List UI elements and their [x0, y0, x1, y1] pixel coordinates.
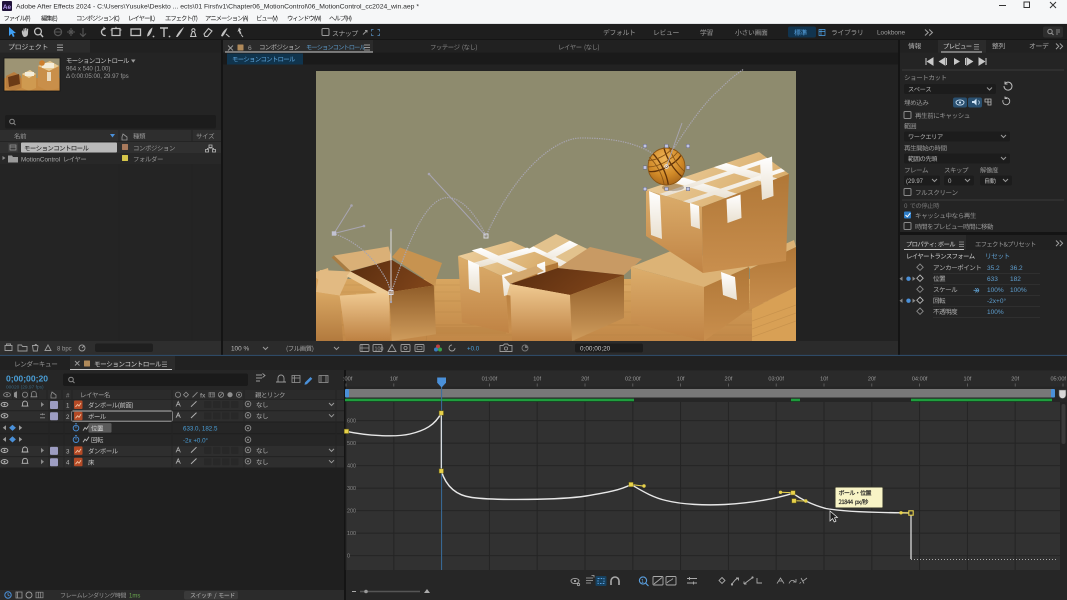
svg-text:10f: 10f [964, 377, 972, 383]
svg-text:964 x 540 (1.00): 964 x 540 (1.00) [66, 66, 110, 73]
svg-text:1: 1 [66, 403, 70, 410]
svg-text:1: 1 [641, 579, 644, 585]
svg-text:01:00f: 01:00f [482, 377, 498, 383]
svg-text:fx: fx [200, 393, 206, 399]
svg-text:Δ 0:00:05:00, 29.97 fps: Δ 0:00:05:00, 29.97 fps [66, 73, 129, 80]
svg-text:10f: 10f [820, 377, 828, 383]
svg-text:200: 200 [347, 508, 356, 514]
svg-text:Ae: Ae [3, 4, 12, 11]
svg-text:100 %: 100 % [231, 346, 249, 353]
svg-text:20f: 20f [581, 377, 589, 383]
svg-text:Lookbone: Lookbone [877, 30, 906, 37]
svg-text:35.2: 35.2 [987, 265, 1000, 272]
svg-text:(29.97: (29.97 [906, 179, 924, 185]
svg-text:100: 100 [347, 531, 356, 537]
svg-text:1ms: 1ms [129, 594, 140, 600]
svg-text:0;00;00;20: 0;00;00;20 [6, 374, 48, 384]
svg-text:05:00f: 05:00f [1050, 377, 1066, 383]
svg-text:633.0, 182.5: 633.0, 182.5 [183, 426, 218, 433]
svg-text:20f: 20f [868, 377, 876, 383]
svg-text:04:00f: 04:00f [912, 377, 928, 383]
svg-text:0: 0 [347, 553, 350, 559]
svg-text:20f: 20f [725, 377, 733, 383]
svg-text::00f: :00f [343, 377, 353, 383]
svg-text:-2x +0.0°: -2x +0.0° [183, 437, 209, 444]
svg-text:400: 400 [347, 463, 356, 469]
svg-text:03:00f: 03:00f [768, 377, 784, 383]
svg-text:00020 (29.97 fps): 00020 (29.97 fps) [6, 385, 44, 391]
svg-text:100: 100 [375, 346, 384, 352]
svg-text:100%: 100% [1010, 287, 1027, 294]
svg-text:20f: 20f [1011, 377, 1019, 383]
svg-text:02:00f: 02:00f [625, 377, 641, 383]
svg-text:600: 600 [347, 418, 356, 424]
svg-text:8 bpc: 8 bpc [57, 347, 72, 353]
svg-text:36.2: 36.2 [1010, 265, 1023, 272]
svg-text:500: 500 [347, 441, 356, 447]
svg-text:10f: 10f [390, 377, 398, 383]
svg-text:0: 0 [948, 178, 952, 185]
svg-text:10f: 10f [533, 377, 541, 383]
svg-text:2: 2 [66, 414, 70, 421]
svg-text:633: 633 [987, 276, 998, 283]
svg-text:+0.0: +0.0 [467, 346, 480, 353]
svg-text:100%: 100% [987, 309, 1004, 316]
svg-text:-2x+0°: -2x+0° [987, 297, 1006, 305]
svg-text:10f: 10f [677, 377, 685, 383]
svg-text:4: 4 [66, 460, 70, 467]
svg-text:#: # [66, 392, 70, 399]
svg-text:182: 182 [1010, 276, 1021, 283]
svg-text:Adobe After Effects 2024 - C:\: Adobe After Effects 2024 - C:\Users\Yusu… [16, 4, 419, 11]
svg-text:6: 6 [248, 45, 252, 52]
svg-text:3: 3 [66, 448, 70, 455]
svg-text:100%: 100% [987, 287, 1004, 294]
svg-text:MotionControl: MotionControl [21, 157, 60, 164]
svg-text:0;00;00;20: 0;00;00;20 [580, 346, 611, 353]
svg-text:300: 300 [347, 486, 356, 492]
